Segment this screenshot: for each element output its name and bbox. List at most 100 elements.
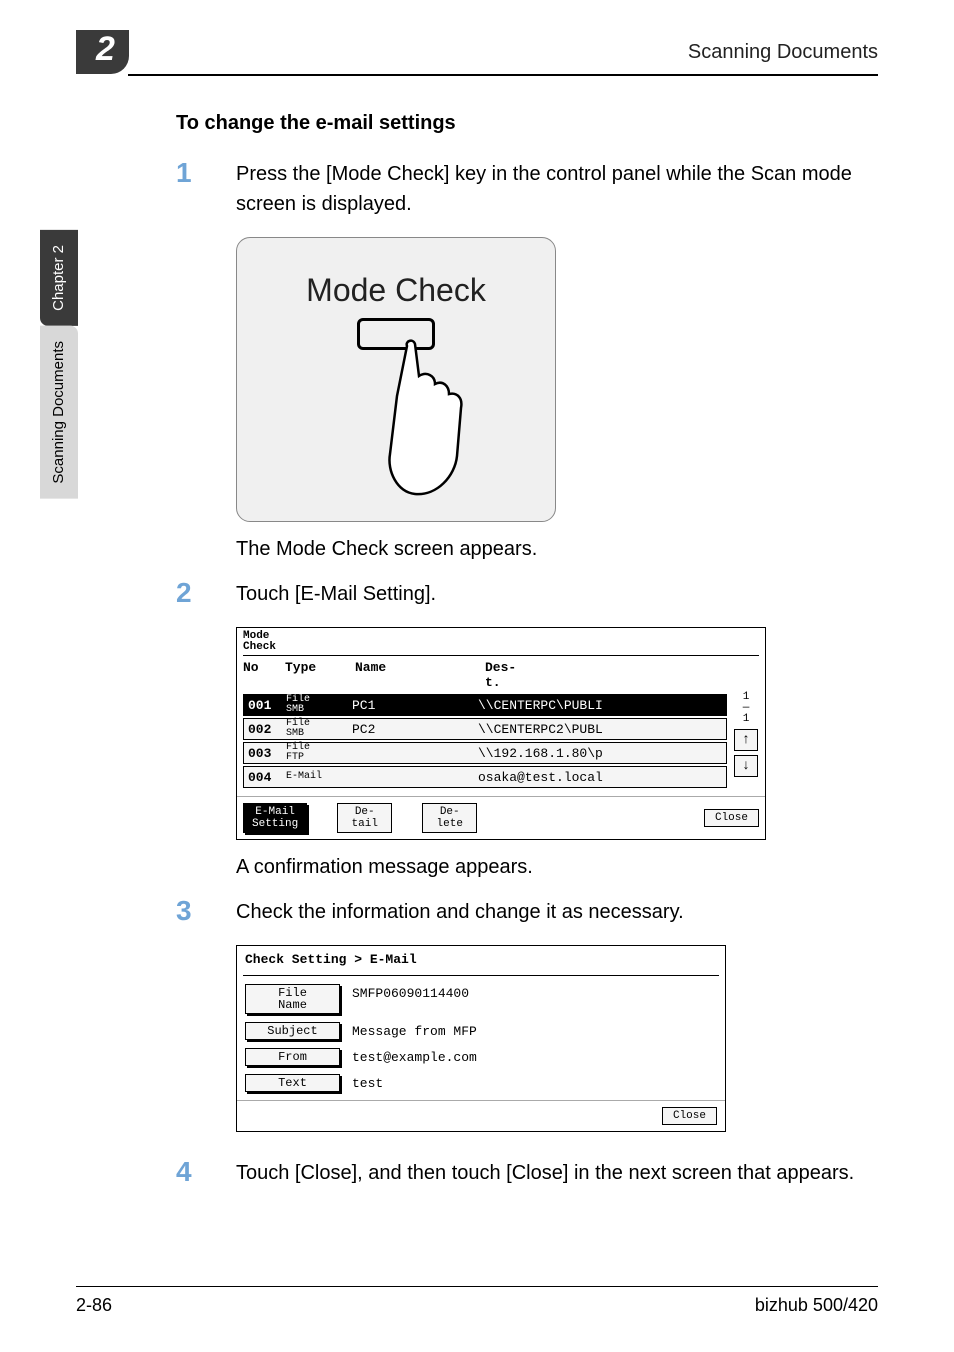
email-setting-l2: Setting [252,818,298,830]
step-3-number: 3 [176,897,236,927]
lcd1-col-dest: Des- t. [485,660,759,690]
subject-value: Message from MFP [352,1022,477,1039]
email-setting-l1: E-Mail [252,806,298,818]
step-1: 1 Press the [Mode Check] key in the cont… [176,159,874,219]
sidebar-tabs: Chapter 2 Scanning Documents [40,230,78,630]
from-button[interactable]: From [245,1048,340,1066]
lcd1-col-name: Name [355,660,485,690]
lcd1-row-004-type: E-Mail [286,772,352,782]
lcd2-row-text: Text test [237,1074,725,1092]
chapter-badge: 2 [76,30,129,74]
lcd1-row-001[interactable]: 001 File SMB PC1 \\CENTERPC\PUBLI [243,694,727,716]
sidebar-chapter-tab: Chapter 2 [40,230,78,326]
lcd1-col-dest-l2: t. [485,675,759,690]
close-button[interactable]: Close [704,809,759,827]
footer-page-number: 2-86 [76,1295,112,1316]
lcd1-row-002[interactable]: 002 File SMB PC2 \\CENTERPC2\PUBL [243,718,727,740]
step-2: 2 Touch [E-Mail Setting]. [176,579,874,609]
lcd1-row-002-no: 002 [248,722,286,737]
close-button-2[interactable]: Close [662,1107,717,1125]
step-3-text: Check the information and change it as n… [236,897,874,927]
page-header: 2 Scanning Documents [76,30,878,74]
lcd2-row-from: From test@example.com [237,1048,725,1066]
footer-model: bizhub 500/420 [755,1295,878,1316]
lcd1-bottom-bar: E-Mail Setting De- tail De- lete Close [237,796,765,839]
lcd2-row-filename: File Name SMFP06090114400 [237,984,725,1014]
lcd1-row-004-no: 004 [248,770,286,785]
lcd2-row-subject: Subject Message from MFP [237,1022,725,1040]
header-rule [128,74,878,76]
lcd1-row-002-dest: \\CENTERPC2\PUBL [478,722,722,737]
email-setting-button[interactable]: E-Mail Setting [243,803,307,833]
main-content: To change the e-mail settings 1 Press th… [176,112,874,1206]
step-1-number: 1 [176,159,236,219]
lcd1-row-001-name: PC1 [352,698,478,713]
text-value: test [352,1074,383,1091]
subject-button[interactable]: Subject [245,1022,340,1040]
delete-l2: lete [431,818,468,830]
lcd1-row-002-type-l2: SMB [286,729,352,739]
lcd1-col-no: No [243,660,285,690]
lcd2-bottom-bar: Close [237,1100,725,1131]
lcd1-row-002-type: File SMB [286,719,352,739]
lcd1-row-003-type-l2: FTP [286,753,352,763]
page-footer: 2-86 bizhub 500/420 [76,1286,878,1316]
step-1-text: Press the [Mode Check] key in the contro… [236,159,874,219]
step-4: 4 Touch [Close], and then touch [Close] … [176,1158,874,1188]
lcd1-scroll-area: 1—1 ↑ ↓ [733,692,759,781]
lcd1-row-001-no: 001 [248,698,286,713]
detail-l2: tail [346,818,383,830]
up-arrow-button[interactable]: ↑ [734,729,758,751]
delete-button[interactable]: De- lete [422,803,477,833]
step-1-result: The Mode Check screen appears. [236,538,874,561]
lcd1-row-001-dest: \\CENTERPC\PUBLI [478,698,722,713]
step-2-text: Touch [E-Mail Setting]. [236,579,874,609]
file-name-value: SMFP06090114400 [352,984,469,1001]
step-3: 3 Check the information and change it as… [176,897,874,927]
file-name-button[interactable]: File Name [245,984,340,1014]
modecheck-screen: Mode Check No Type Name Des- t. 001 File… [236,627,766,840]
pointer-hand-icon [387,336,497,506]
step-2-result: A confirmation message appears. [236,856,874,879]
lcd1-row-002-name: PC2 [352,722,478,737]
modecheck-illustration: Mode Check [236,237,556,522]
step-4-text: Touch [Close], and then touch [Close] in… [236,1158,874,1188]
header-title: Scanning Documents [688,41,878,64]
lcd1-title: Mode Check [237,628,765,653]
lcd1-row-003-dest: \\192.168.1.80\p [478,746,722,761]
lcd1-row-004-type-l1: E-Mail [286,772,352,782]
section-heading: To change the e-mail settings [176,112,874,135]
lcd1-row-001-type: File SMB [286,695,352,715]
lcd1-divider [243,655,759,656]
step-4-number: 4 [176,1158,236,1188]
lcd1-row-004[interactable]: 004 E-Mail osaka@test.local [243,766,727,788]
down-arrow-button[interactable]: ↓ [734,755,758,777]
from-value: test@example.com [352,1048,477,1065]
from-l1: From [246,1051,339,1063]
lcd1-row-003[interactable]: 003 File FTP \\192.168.1.80\p [243,742,727,764]
detail-l1: De- [346,806,383,818]
lcd1-row-001-type-l2: SMB [286,705,352,715]
text-button[interactable]: Text [245,1074,340,1092]
lcd1-col-dest-l1: Des- [485,660,759,675]
lcd1-title-l2: Check [243,642,759,653]
lcd1-body: 001 File SMB PC1 \\CENTERPC\PUBLI 002 Fi… [237,692,765,796]
file-name-l2: Name [246,999,339,1011]
subject-l1: Subject [246,1025,339,1037]
sidebar-section-tab: Scanning Documents [40,326,78,499]
detail-button[interactable]: De- tail [337,803,392,833]
email-check-screen: Check Setting > E-Mail File Name SMFP060… [236,945,726,1132]
lcd1-list: 001 File SMB PC1 \\CENTERPC\PUBLI 002 Fi… [243,694,727,788]
lcd1-row-003-type: File FTP [286,743,352,763]
step-2-number: 2 [176,579,236,609]
lcd1-row-004-dest: osaka@test.local [478,770,722,785]
lcd1-row-003-no: 003 [248,746,286,761]
lcd1-page-indicator: 1—1 [743,692,750,725]
lcd1-title-l1: Mode [243,631,759,642]
modecheck-label: Mode Check [237,272,555,309]
delete-l1: De- [431,806,468,818]
lcd1-col-type: Type [285,660,355,690]
lcd2-divider [243,975,719,976]
text-l1: Text [246,1077,339,1089]
lcd1-columns: No Type Name Des- t. [237,658,765,692]
